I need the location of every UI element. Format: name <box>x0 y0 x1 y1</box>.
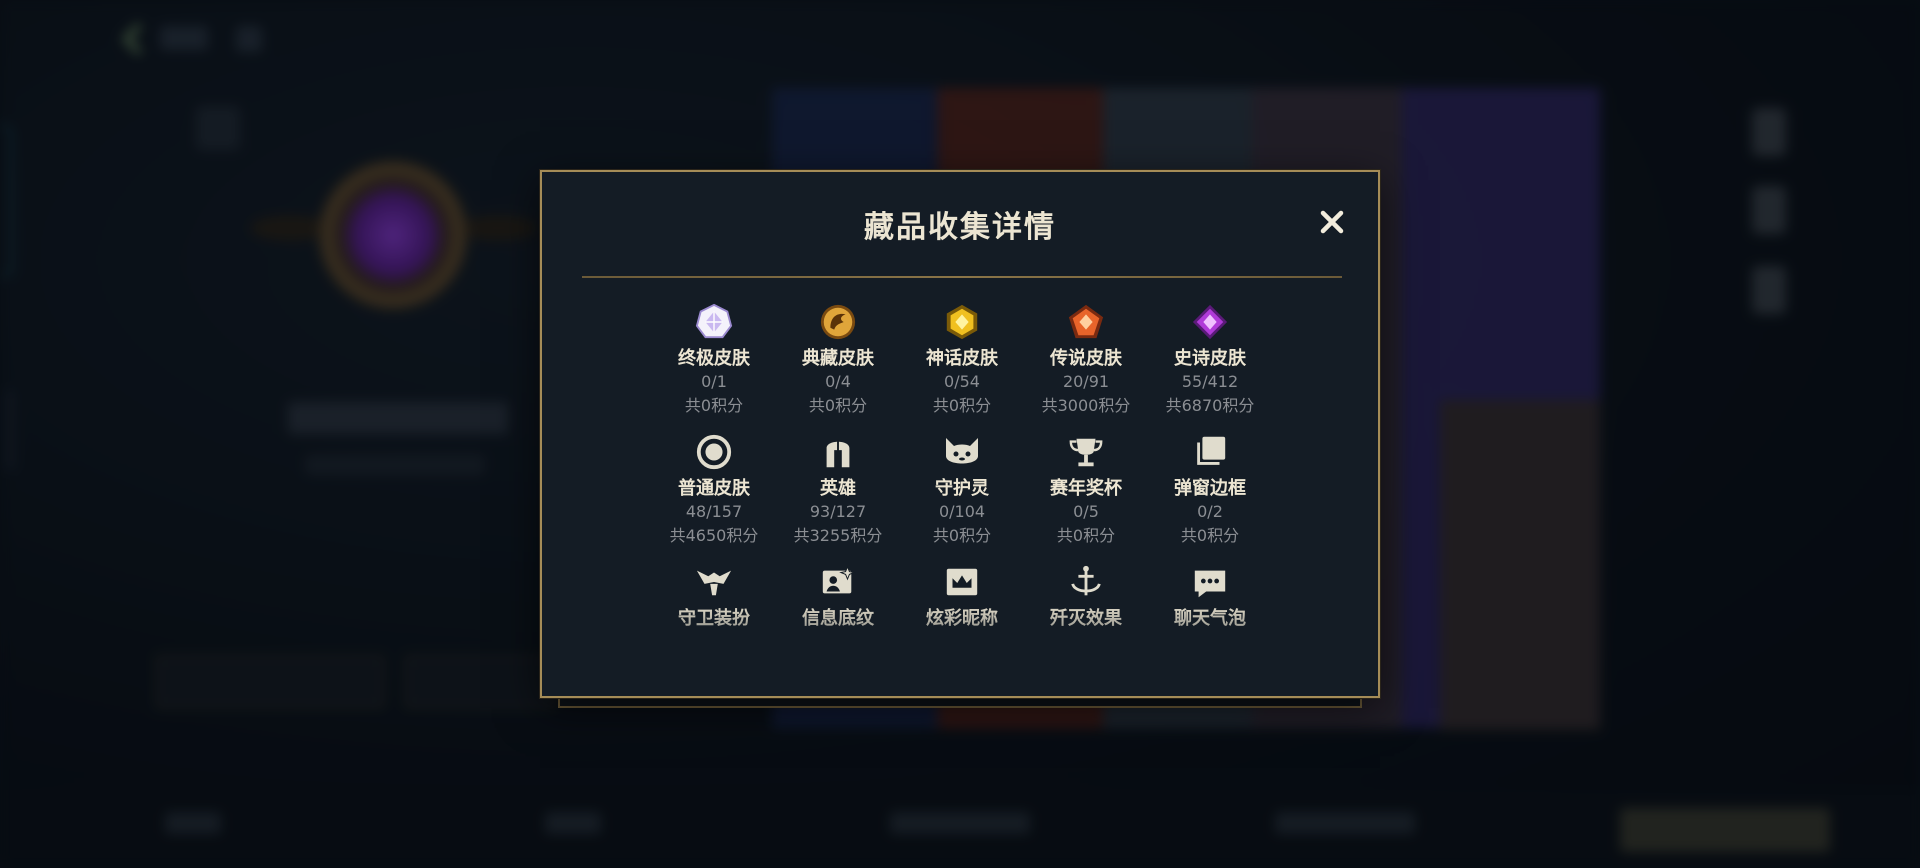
collection-points: 共0积分 <box>1180 526 1240 545</box>
collection-item-normal-skin[interactable]: 普通皮肤 48/157 共4650积分 <box>652 432 776 548</box>
collection-details-modal: 藏品收集详情 终极皮肤 0/1 共0积分 典藏皮肤 0/4 共0积分 神话皮肤 0/54 共0积… <box>540 170 1380 698</box>
collection-name: 歼灭效果 <box>1050 608 1122 629</box>
collection-count: 0/4 <box>825 372 851 391</box>
collection-name: 赛年奖杯 <box>1050 478 1122 499</box>
title-divider <box>582 276 1342 278</box>
collection-item-legendary-skin[interactable]: 传说皮肤 20/91 共3000积分 <box>1024 302 1148 418</box>
collection-item-mythic-skin[interactable]: 神话皮肤 0/54 共0积分 <box>900 302 1024 418</box>
collection-count: 55/412 <box>1181 372 1239 391</box>
close-icon[interactable] <box>1319 209 1345 235</box>
collection-name: 守护灵 <box>935 478 989 499</box>
collection-item-nickname-crown[interactable]: 炫彩昵称 <box>900 562 1024 630</box>
collection-item-trophy[interactable]: 赛年奖杯 0/5 共0积分 <box>1024 432 1148 548</box>
collection-count: 0/5 <box>1073 502 1099 521</box>
collection-points: 共0积分 <box>684 396 744 415</box>
hero-helmet-icon <box>818 432 858 472</box>
guardian-spirit-icon <box>942 432 982 472</box>
collection-item-guardian-spirit[interactable]: 守护灵 0/104 共0积分 <box>900 432 1024 548</box>
collection-item-dunk-effect[interactable]: 歼灭效果 <box>1024 562 1148 630</box>
collection-name: 普通皮肤 <box>678 478 750 499</box>
collection-count: 20/91 <box>1062 372 1110 391</box>
collection-item-profile-card[interactable]: 信息底纹 <box>776 562 900 630</box>
collection-item-chat-bubble[interactable]: 聊天气泡 <box>1148 562 1272 630</box>
collection-count: 0/2 <box>1197 502 1223 521</box>
collection-item-ultimate-skin[interactable]: 终极皮肤 0/1 共0积分 <box>652 302 776 418</box>
modal-title: 藏品收集详情 <box>864 210 1056 245</box>
chat-bubble-icon <box>1190 562 1230 602</box>
guardian-outfit-icon <box>694 562 734 602</box>
collection-name: 守卫装扮 <box>678 608 750 629</box>
collection-count: 0/1 <box>701 372 727 391</box>
profile-card-icon <box>818 562 858 602</box>
collection-count: 48/157 <box>685 502 743 521</box>
collection-item-guardian-outfit[interactable]: 守卫装扮 <box>652 562 776 630</box>
dunk-effect-icon <box>1066 562 1106 602</box>
collection-points: 共4650积分 <box>669 526 759 545</box>
collection-points: 共0积分 <box>808 396 868 415</box>
collection-item-popup-frame[interactable]: 弹窗边框 0/2 共0积分 <box>1148 432 1272 548</box>
collection-name: 信息底纹 <box>802 608 874 629</box>
collection-name: 聊天气泡 <box>1174 608 1246 629</box>
collection-name: 典藏皮肤 <box>802 348 874 369</box>
collection-points: 共6870积分 <box>1165 396 1255 415</box>
nickname-crown-icon <box>942 562 982 602</box>
classic-skin-icon <box>818 302 858 342</box>
collection-count: 93/127 <box>809 502 867 521</box>
legendary-skin-icon <box>1066 302 1106 342</box>
collection-grid: 终极皮肤 0/1 共0积分 典藏皮肤 0/4 共0积分 神话皮肤 0/54 共0积分 传说皮肤 20… <box>652 302 1272 630</box>
epic-skin-icon <box>1190 302 1230 342</box>
collection-points: 共3000积分 <box>1041 396 1131 415</box>
collection-points: 共3255积分 <box>793 526 883 545</box>
collection-name: 史诗皮肤 <box>1174 348 1246 369</box>
collection-name: 炫彩昵称 <box>926 608 998 629</box>
collection-name: 终极皮肤 <box>678 348 750 369</box>
mythic-skin-icon <box>942 302 982 342</box>
collection-count: 0/54 <box>944 372 980 391</box>
collection-points: 共0积分 <box>932 526 992 545</box>
trophy-icon <box>1066 432 1106 472</box>
collection-points: 共0积分 <box>932 396 992 415</box>
collection-name: 传说皮肤 <box>1050 348 1122 369</box>
ultimate-skin-icon <box>694 302 734 342</box>
collection-name: 神话皮肤 <box>926 348 998 369</box>
collection-item-epic-skin[interactable]: 史诗皮肤 55/412 共6870积分 <box>1148 302 1272 418</box>
collection-count: 0/104 <box>938 502 986 521</box>
collection-item-classic-skin[interactable]: 典藏皮肤 0/4 共0积分 <box>776 302 900 418</box>
close-button[interactable] <box>1314 204 1350 240</box>
normal-skin-icon <box>694 432 734 472</box>
popup-frame-icon <box>1190 432 1230 472</box>
collection-name: 英雄 <box>820 478 856 499</box>
collection-points: 共0积分 <box>1056 526 1116 545</box>
collection-item-hero-helmet[interactable]: 英雄 93/127 共3255积分 <box>776 432 900 548</box>
collection-name: 弹窗边框 <box>1174 478 1246 499</box>
